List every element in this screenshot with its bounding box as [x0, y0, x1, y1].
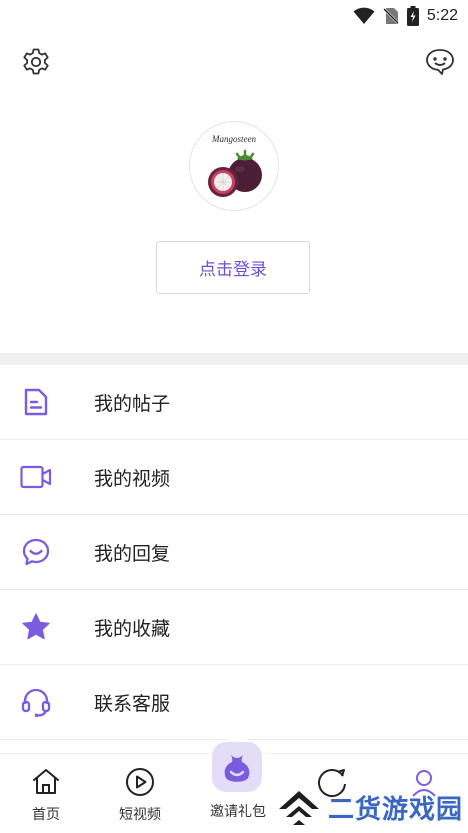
login-button[interactable]: 点击登录 — [156, 241, 310, 294]
watermark: 二货游戏园 — [276, 785, 468, 830]
message-bubble-icon[interactable] — [424, 46, 456, 78]
home-icon — [30, 766, 62, 798]
status-time: 5:22 — [426, 7, 458, 24]
avatar-text: Mangosteen — [211, 134, 256, 144]
menu-label: 我的收藏 — [94, 617, 171, 640]
watermark-text: 二货游戏园 — [328, 795, 464, 825]
wifi-icon — [353, 7, 375, 24]
tab-short-video[interactable]: 短视频 — [100, 754, 180, 833]
settings-gear-icon[interactable] — [20, 46, 52, 78]
menu-label: 联系客服 — [94, 692, 171, 715]
menu-item-contact-support[interactable]: 联系客服 — [0, 665, 468, 740]
watermark-logo-icon — [279, 790, 319, 825]
menu-label: 我的帖子 — [94, 392, 171, 415]
menu-item-my-favorites[interactable]: 我的收藏 — [0, 590, 468, 665]
menu-item-my-replies[interactable]: 我的回复 — [0, 515, 468, 590]
video-camera-icon — [20, 461, 52, 493]
document-icon — [20, 386, 52, 418]
battery-icon — [406, 6, 419, 26]
tab-home[interactable]: 首页 — [6, 754, 86, 833]
menu-item-my-posts[interactable]: 我的帖子 — [0, 365, 468, 440]
profile-menu: 我的帖子 我的视频 我的回复 我的收藏 联系客服 — [0, 365, 468, 740]
tab-label: 短视频 — [119, 807, 161, 823]
status-bar: 5:22 — [0, 0, 468, 32]
tab-label: 邀请礼包 — [210, 804, 266, 820]
no-sim-icon — [382, 8, 399, 24]
menu-label: 我的视频 — [94, 467, 171, 490]
status-icons: 5:22 — [353, 6, 458, 26]
tab-invite-gift[interactable]: 邀请礼包 — [204, 738, 272, 832]
play-circle-icon — [124, 766, 156, 798]
gift-bag-icon — [212, 742, 262, 792]
section-divider — [0, 353, 468, 365]
menu-label: 我的回复 — [94, 542, 171, 565]
menu-item-my-videos[interactable]: 我的视频 — [0, 440, 468, 515]
chat-bubble-icon — [20, 536, 52, 568]
avatar[interactable]: Mangosteen — [189, 121, 279, 211]
mangosteen-logo: Mangosteen — [208, 134, 262, 197]
tab-label: 首页 — [32, 807, 60, 823]
star-icon — [20, 611, 52, 643]
headset-icon — [20, 686, 52, 718]
